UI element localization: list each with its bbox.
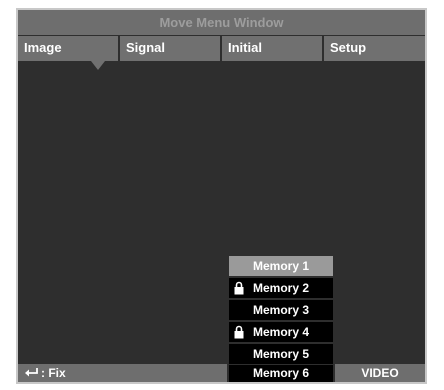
tab-initial[interactable]: Initial xyxy=(222,36,322,61)
tab-bar: Image Signal Initial Setup xyxy=(18,36,425,61)
memory-item-label: Memory 5 xyxy=(252,347,310,361)
memory-item-label: Memory 1 xyxy=(252,259,310,273)
memory-item-6[interactable]: Memory 6 xyxy=(229,365,333,382)
memory-item-label: Memory 6 xyxy=(252,366,310,380)
footer-hint: : Fix xyxy=(18,364,227,382)
memory-item-label: Memory 4 xyxy=(252,325,310,339)
tab-signal[interactable]: Signal xyxy=(120,36,220,61)
memory-item-1[interactable]: Memory 1 xyxy=(229,256,333,276)
tab-image[interactable]: Image xyxy=(18,36,118,61)
memory-item-label: Memory 3 xyxy=(252,303,310,317)
memory-item-2[interactable]: Memory 2 xyxy=(229,278,333,298)
lock-icon xyxy=(234,281,244,295)
tab-setup[interactable]: Setup xyxy=(324,36,425,61)
memory-item-5[interactable]: Memory 5 xyxy=(229,344,333,364)
window-title: Move Menu Window xyxy=(18,10,425,35)
fix-label: : Fix xyxy=(41,366,66,380)
enter-icon xyxy=(25,368,38,377)
move-menu-window: Move Menu Window Image Signal Initial Se… xyxy=(16,8,427,384)
tab-pointer-icon xyxy=(91,61,105,70)
memory-item-label: Memory 2 xyxy=(252,281,310,295)
memory-item-3[interactable]: Memory 3 xyxy=(229,300,333,320)
source-label: VIDEO xyxy=(335,364,425,382)
memory-item-4[interactable]: Memory 4 xyxy=(229,322,333,342)
lock-icon xyxy=(234,325,244,339)
